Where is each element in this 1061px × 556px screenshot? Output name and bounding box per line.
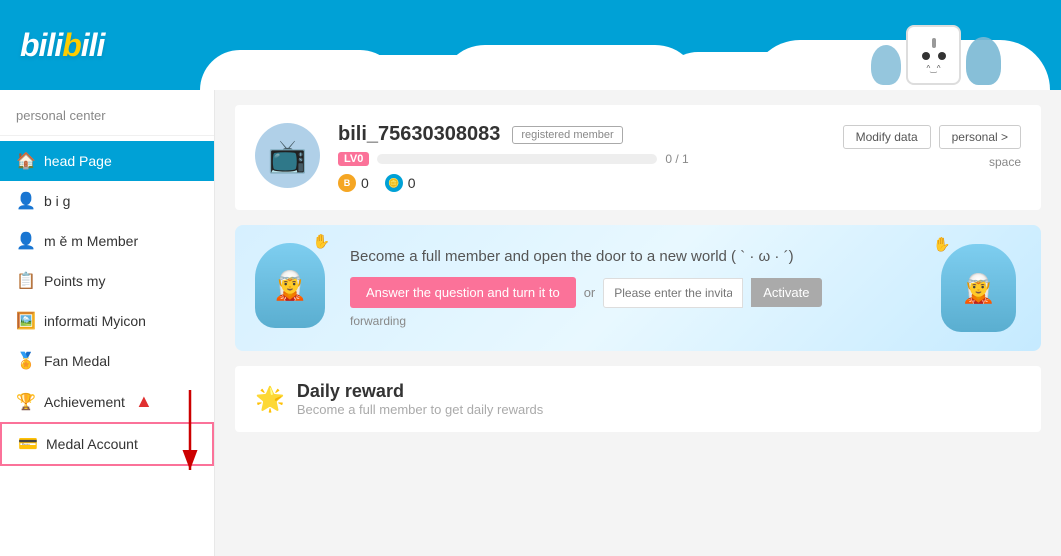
activate-button[interactable]: Activate [751,278,821,307]
sidebar-item-label: head Page [44,153,112,169]
username: bili_75630308083 [338,123,500,146]
user-icon: 👤 [16,191,36,211]
sidebar-item-head-page[interactable]: 🏠 head Page [0,141,214,181]
account-icon: 💳 [18,434,38,454]
bili-coin-item: 🪙 0 [385,174,416,192]
user-avatar: 📺 [255,123,320,188]
sidebar-item-myicon[interactable]: 🖼️ informati Myicon [0,301,214,341]
modify-data-button[interactable]: Modify data [843,125,931,149]
b-coin-item: B 0 [338,174,369,192]
red-arrow-indicator: ▲ [135,391,153,412]
sidebar-item-label: Points my [44,273,105,289]
member-banner: 🧝 ✋ Become a full member and open the do… [235,225,1041,351]
b-coin-icon: B [338,174,356,192]
sidebar-item-label: informati Myicon [44,313,146,329]
action-row: Modify data personal > [843,125,1021,149]
sidebar-item-points[interactable]: 📋 Points my [0,261,214,301]
bili-coin-icon: 🪙 [385,174,403,192]
sidebar-item-label: Fan Medal [44,353,110,369]
icon-icon: 🖼️ [16,311,36,331]
level-badge: LV0 [338,152,369,166]
exp-text: 0 / 1 [665,152,688,166]
main-layout: personal center 🏠 head Page 👤 b i g 👤 m … [0,90,1061,556]
main-content: 📺 bili_75630308083 registered member LV0… [215,90,1061,556]
achievement-icon: 🏆 [16,392,36,412]
reward-title: Daily reward [297,381,543,402]
sidebar-item-member[interactable]: 👤 m ě m Member [0,221,214,261]
medal-icon: 🏅 [16,351,36,371]
robot-mascot: ^‿^ [906,25,961,85]
points-icon: 📋 [16,271,36,291]
reward-icon: 🌟 [255,385,285,414]
banner-actions: Answer the question and turn it to or Ac… [350,277,926,308]
member-icon: 👤 [16,231,36,251]
space-label: space [989,155,1021,169]
sidebar-item-big[interactable]: 👤 b i g [0,181,214,221]
banner-mascot-right: 🧝 ✋ [941,244,1021,332]
currency-row: B 0 🪙 0 [338,174,1021,192]
or-label: or [584,285,596,300]
reward-subtitle: Become a full member to get daily reward… [297,402,543,417]
sidebar-item-fan-medal[interactable]: 🏅 Fan Medal [0,341,214,381]
daily-reward-section: 🌟 Daily reward Become a full member to g… [235,366,1041,432]
personal-space-button[interactable]: personal > [939,125,1021,149]
sidebar-item-label: Medal Account [46,436,138,452]
profile-section: 📺 bili_75630308083 registered member LV0… [235,105,1041,210]
reward-info: Daily reward Become a full member to get… [297,381,543,417]
exp-bar [377,154,657,164]
sidebar-title: personal center [0,100,214,136]
sidebar-item-achievement[interactable]: 🏆 Achievement ▲ [0,381,214,422]
mascot-decoration: ^‿^ [871,25,1001,85]
banner-content: Become a full member and open the door t… [350,248,926,328]
invite-code-input[interactable] [603,278,743,308]
forwarding-text: forwarding [350,314,926,328]
sidebar-item-label: Achievement [44,394,125,410]
header: bilibili ^‿^ [0,0,1061,90]
banner-mascot-left: 🧝 ✋ [255,243,335,333]
member-badge: registered member [512,126,622,144]
home-icon: 🏠 [16,151,36,171]
sidebar: personal center 🏠 head Page 👤 b i g 👤 m … [0,90,215,556]
answer-question-button[interactable]: Answer the question and turn it to [350,277,576,308]
banner-title: Become a full member and open the door t… [350,248,926,265]
sidebar-item-account[interactable]: 💳 Medal Account [0,422,214,466]
sidebar-item-label: b i g [44,193,70,209]
sidebar-item-label: m ě m Member [44,233,138,249]
profile-actions: Modify data personal > space [843,125,1021,169]
bili-coin-value: 0 [408,175,416,191]
b-coin-value: 0 [361,175,369,191]
